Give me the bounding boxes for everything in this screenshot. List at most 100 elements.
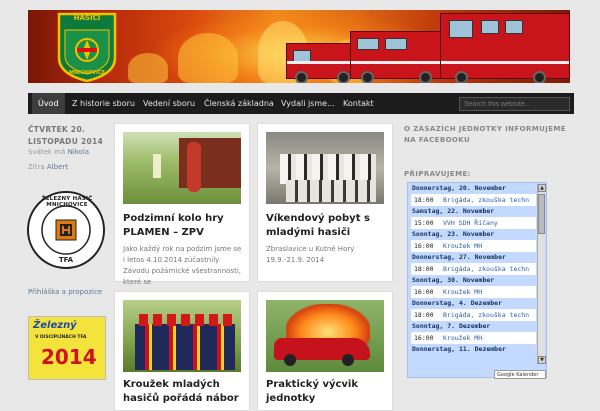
truck-stripe [287, 61, 357, 64]
google-calendar-widget[interactable]: Donnerstag, 20. November 18:00 Brigáda, zk… [407, 182, 547, 378]
nav-item-contact[interactable]: Kontakt [337, 93, 380, 114]
truck-wheel [361, 71, 374, 83]
group-of-people-shape [286, 180, 376, 202]
truck-window [385, 38, 407, 50]
post-card[interactable]: Víkendový pobyt s mladými hasiči Zbrasla… [257, 123, 393, 282]
calendar-event[interactable]: 18:00 Brigáda, zkouška techn [411, 263, 536, 275]
calendar-day-header: Sonntag, 23. November [408, 229, 546, 240]
post-thumbnail-image[interactable] [266, 300, 384, 372]
calendar-event-time: 15:00 [414, 219, 434, 227]
calendar-scrollbar[interactable]: ▲ ▼ [537, 184, 546, 364]
calendar-event[interactable]: 18:00 Brigáda, zkouška techn [411, 194, 536, 206]
car-wheel [284, 354, 296, 366]
calendar-event-title[interactable]: Brigáda, zkouška techn [443, 196, 529, 204]
calendar-day-header: Sonntag, 7. Dezember [408, 321, 546, 332]
post-title[interactable]: Praktický výcvik jednotky [266, 378, 386, 406]
post-thumbnail-image[interactable] [266, 132, 384, 204]
calendar-event[interactable]: 16:00 Kroužek MH [411, 240, 536, 252]
fire-truck-image [440, 13, 570, 83]
nav-item-leadership[interactable]: Vedení sboru [137, 93, 201, 114]
event-poster-image[interactable]: Železný V DISCIPLÍNÁCH TFA 2014 [28, 316, 106, 380]
current-date: ČTVRTEK 20. LISTOPADU 2014 [28, 124, 103, 148]
post-thumbnail-image[interactable] [123, 132, 241, 204]
scroll-down-icon[interactable]: ▼ [538, 356, 546, 364]
nameday-tomorrow-name[interactable]: Albert [47, 163, 68, 171]
date-line-2: LISTOPADU 2014 [28, 137, 104, 146]
calendar-day-header: Donnerstag, 20. November [408, 183, 546, 194]
post-card[interactable]: Praktický výcvik jednotky [257, 291, 393, 411]
nav-item-publications[interactable]: Vydali jsme... [275, 93, 341, 114]
upcoming-events-heading: PŘIPRAVUJEME: [404, 170, 471, 178]
truck-wheel [419, 71, 432, 83]
calendar-event-time: 18:00 [414, 196, 434, 204]
calendar-event-title[interactable]: VVH SDH Říčany [443, 219, 498, 227]
calendar-day-header: Donnerstag, 27. November [408, 252, 546, 263]
badge-top-text: ŽELEZNÝ HASIČ MNICHOVICE [41, 196, 93, 208]
nameday-today-name[interactable]: Nikola [68, 148, 90, 156]
calendar-agenda-list: Donnerstag, 20. November 18:00 Brigáda, zk… [408, 183, 546, 355]
nameday-tomorrow: Zítra Albert [28, 163, 68, 171]
truck-window [481, 20, 499, 34]
calendar-event[interactable]: 16:00 Kroužek MH [411, 286, 536, 298]
truck-window [449, 20, 473, 38]
calendar-event[interactable]: 16:00 Kroužek MH [411, 332, 536, 344]
calendar-event[interactable]: 15:00 VVH SDH Říčany [411, 217, 536, 229]
calendar-day-header: Sonntag, 30. November [408, 275, 546, 286]
truck-wheel [455, 71, 468, 83]
post-thumbnail-image[interactable] [123, 300, 241, 372]
post-title[interactable]: Víkendový pobyt s mladými hasiči [266, 212, 386, 240]
post-title[interactable]: Podzimní kolo hry PLAMEN – ZPV [123, 212, 243, 240]
logo-text-bottom: MNICHOVICE [69, 70, 105, 76]
truck-stripe [351, 61, 441, 64]
application-link[interactable]: Přihláška a propozice [28, 288, 102, 296]
nav-item-history[interactable]: Z historie sboru [66, 93, 141, 114]
fire-truck-image [286, 43, 358, 83]
calendar-event-time: 16:00 [414, 242, 434, 250]
calendar-event-title[interactable]: Kroužek MH [443, 242, 482, 250]
facebook-notice-heading[interactable]: O ZÁSAZÍCH JEDNOTKY INFORMUJEME NA FACEB… [404, 124, 572, 146]
logo-text-top: HASIČI [73, 14, 101, 22]
post-card[interactable]: Podzimní kolo hry PLAMEN – ZPV Jako každ… [114, 123, 250, 286]
truck-stripe [441, 61, 569, 64]
kids-group-shape [135, 324, 235, 370]
calendar-event-title[interactable]: Kroužek MH [443, 288, 482, 296]
search-input[interactable] [459, 97, 570, 111]
date-line-1: ČTVRTEK 20. [28, 125, 86, 134]
nameday-today-prefix: Svátek má [28, 148, 66, 156]
nav-item-members[interactable]: Členská základna [198, 93, 280, 114]
poster-title: Železný [33, 320, 77, 331]
calendar-day-header: Donnerstag, 4. Dezember [408, 298, 546, 309]
badge-bottom-text: TFA [58, 256, 74, 264]
scroll-up-icon[interactable]: ▲ [538, 184, 546, 192]
post-excerpt: Zbraslavice u Kutné Hory 19.9.-21.9. 201… [266, 245, 355, 264]
post-title[interactable]: Kroužek mladých hasičů pořádá nábor [123, 378, 243, 406]
site-header-banner[interactable]: HASIČI MNICHOVICE [28, 10, 570, 83]
calendar-event-title[interactable]: Brigáda, zkouška techn [443, 311, 529, 319]
helmets-shape [139, 314, 235, 326]
calendar-event-time: 16:00 [414, 288, 434, 296]
nameday-today: Svátek má Nikola [28, 148, 89, 156]
flame-shape [128, 53, 168, 83]
person-shape [153, 154, 161, 178]
fire-truck-image [350, 31, 442, 83]
google-calendar-button[interactable]: Google Kalender [494, 370, 546, 379]
calendar-day-header: Donnerstag, 11. Dezember [408, 344, 546, 355]
poster-year: 2014 [41, 345, 97, 369]
truck-wheel [295, 71, 308, 83]
nameday-tomorrow-prefix: Zítra [28, 163, 45, 171]
scrollbar-thumb[interactable] [538, 194, 545, 234]
flame-shape [178, 33, 238, 83]
truck-window [357, 38, 379, 50]
calendar-event-title[interactable]: Brigáda, zkouška techn [443, 265, 529, 273]
car-wheel [342, 354, 354, 366]
calendar-event-title[interactable]: Kroužek MH [443, 334, 482, 342]
post-card[interactable]: Kroužek mladých hasičů pořádá nábor [114, 291, 250, 411]
nav-item-home[interactable]: Úvod [32, 93, 65, 114]
post-excerpt: Jako každý rok na podzim jsme se i letos… [123, 245, 242, 286]
truck-wheel [533, 71, 546, 83]
truck-wheel [337, 71, 350, 83]
calendar-day-header: Samstag, 22. November [408, 206, 546, 217]
calendar-event[interactable]: 18:00 Brigáda, zkouška techn [411, 309, 536, 321]
calendar-event-time: 16:00 [414, 334, 434, 342]
poster-subtitle: V DISCIPLÍNÁCH TFA [35, 335, 87, 340]
